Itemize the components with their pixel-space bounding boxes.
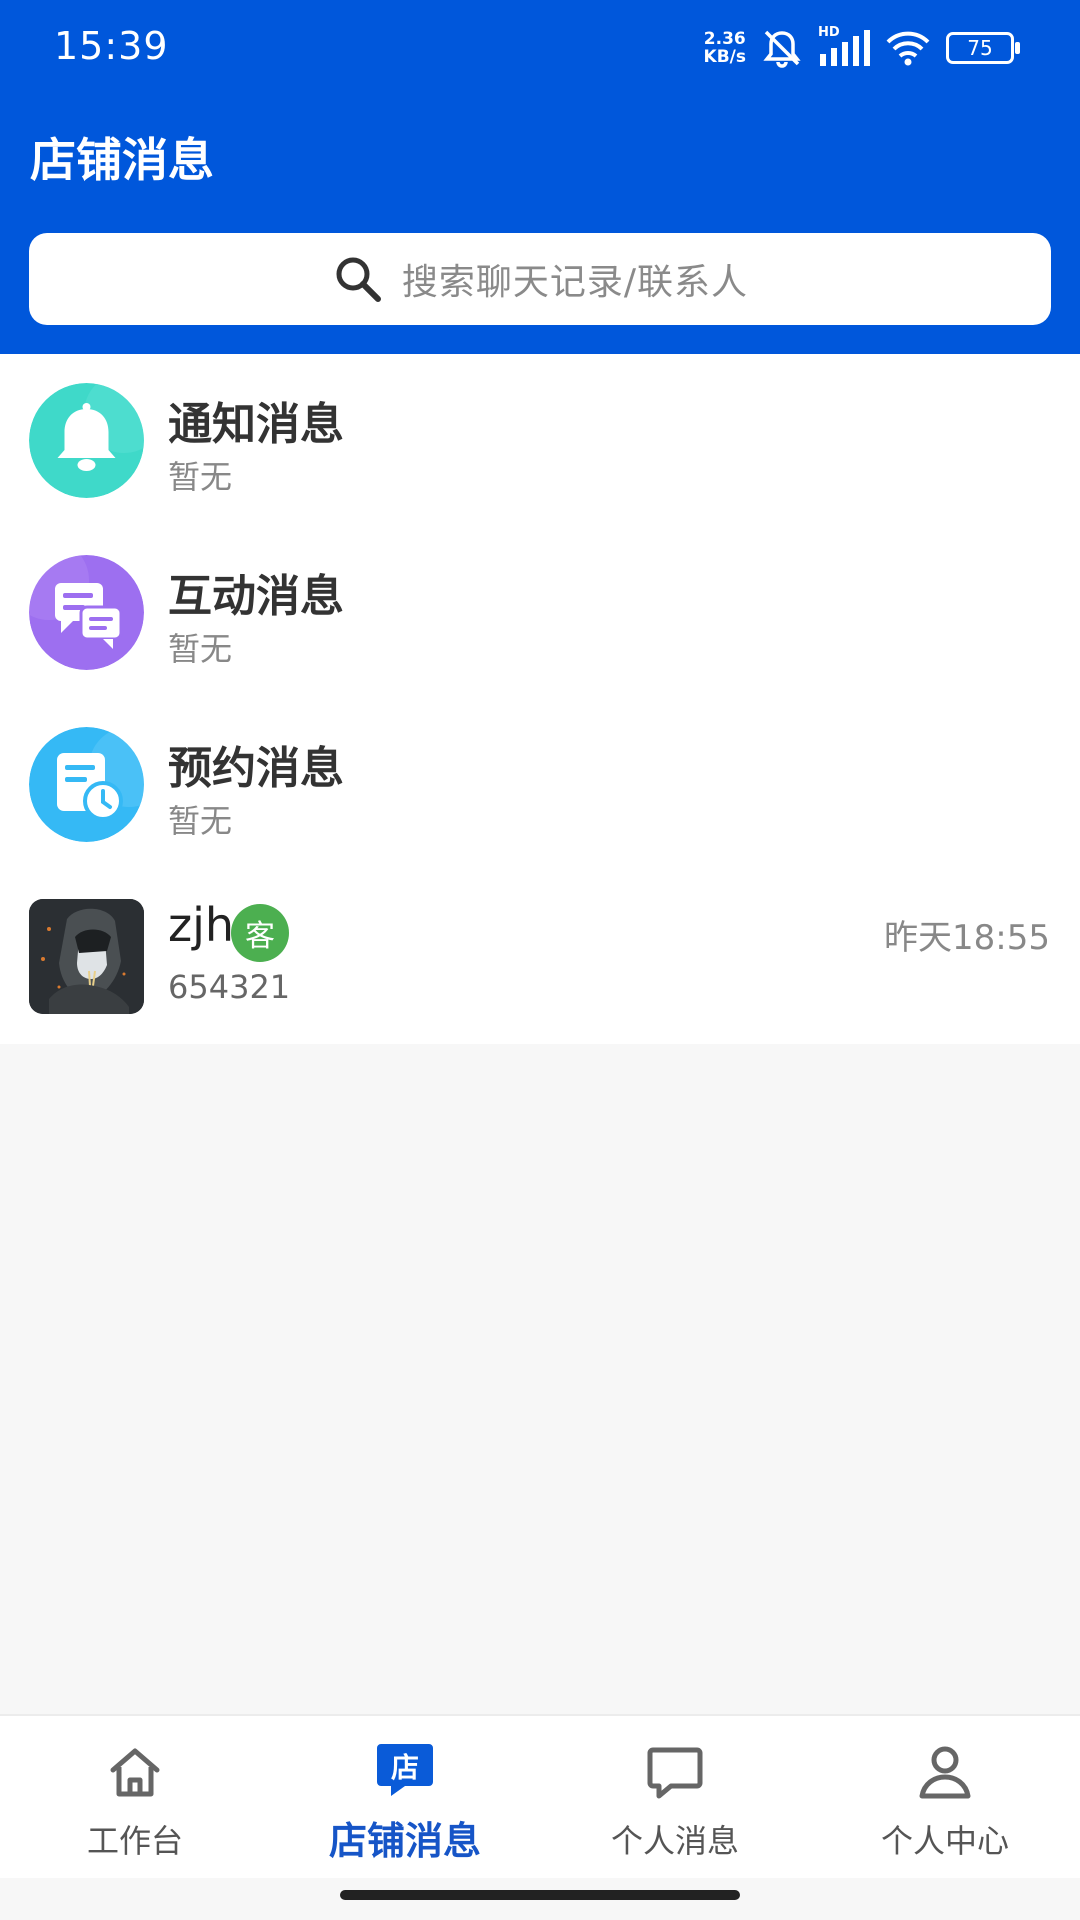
conversation-item[interactable]: zjh 客 654321 昨天18:55 — [0, 870, 1080, 1042]
nav-label: 店铺消息 — [328, 1819, 481, 1863]
nav-profile[interactable]: 个人中心 — [810, 1716, 1080, 1878]
home-icon — [110, 1748, 160, 1797]
search-icon — [336, 257, 381, 302]
list-item-title: 互动消息 — [168, 571, 344, 622]
list-item-subtitle: 暂无 — [168, 802, 233, 840]
nav-label: 工作台 — [86, 1822, 183, 1860]
list-item-interaction[interactable]: 互动消息 暂无 — [0, 526, 1080, 698]
status-icons: 2.36 KB/s HD 75 — [703, 25, 1020, 70]
list-item-title: 预约消息 — [168, 743, 344, 794]
nav-label: 个人消息 — [610, 1822, 739, 1860]
search-bar[interactable]: 搜索聊天记录/联系人 — [29, 233, 1051, 325]
list-item-subtitle: 暂无 — [168, 630, 233, 668]
user-icon — [919, 1746, 971, 1799]
home-indicator[interactable] — [340, 1890, 740, 1900]
nav-label: 个人中心 — [880, 1822, 1009, 1860]
battery-icon: 75 — [946, 32, 1020, 64]
bell-icon — [29, 383, 144, 498]
nav-personal-messages[interactable]: 个人消息 — [540, 1716, 810, 1878]
nav-workbench[interactable]: 工作台 — [0, 1716, 270, 1878]
search-placeholder: 搜索聊天记录/联系人 — [401, 262, 749, 303]
network-speed: 2.36 KB/s — [703, 29, 746, 67]
contact-name: zjh — [168, 898, 235, 952]
message-list: 通知消息 暂无 互动消息 暂无 预约消息 暂无 zjh 客 654321 昨天1… — [0, 354, 1080, 1044]
signal-icon: HD — [818, 25, 870, 68]
list-item-subtitle: 暂无 — [168, 458, 233, 496]
bottom-nav: 工作台 店 店铺消息 个人消息 个人中心 — [0, 1714, 1080, 1878]
chat-icon — [29, 555, 144, 670]
page-title: 店铺消息 — [30, 133, 214, 187]
status-bar: 15:39 2.36 KB/s HD 75 — [0, 0, 1080, 96]
message-time: 昨天18:55 — [884, 918, 1050, 958]
list-item-title: 通知消息 — [168, 399, 344, 450]
nav-store-messages[interactable]: 店 店铺消息 — [270, 1716, 540, 1878]
appointment-clock-icon — [29, 727, 144, 842]
mute-bell-icon — [763, 30, 801, 68]
list-item-notification[interactable]: 通知消息 暂无 — [0, 354, 1080, 526]
avatar — [29, 899, 144, 1014]
customer-badge: 客 — [231, 904, 289, 962]
list-item-appointment[interactable]: 预约消息 暂无 — [0, 698, 1080, 870]
store-message-icon: 店 — [375, 1740, 435, 1800]
message-preview: 654321 — [168, 968, 291, 1006]
status-time: 15:39 — [54, 24, 169, 68]
header: 15:39 2.36 KB/s HD 75 店铺消息 搜索聊天记录/联系人 — [0, 0, 1080, 354]
wifi-icon — [886, 31, 930, 66]
chat-bubble-icon — [647, 1747, 703, 1799]
